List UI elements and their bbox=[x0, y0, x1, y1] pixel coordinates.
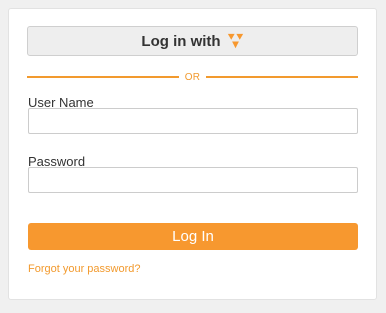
orange-triangle-logo-icon bbox=[227, 33, 243, 48]
divider-line-right bbox=[206, 76, 359, 78]
or-divider: OR bbox=[27, 71, 359, 83]
login-button[interactable]: Log In bbox=[28, 223, 358, 250]
divider-line-left bbox=[27, 76, 179, 78]
login-card: Log in with OR User Name Password Log In… bbox=[8, 8, 377, 300]
username-input[interactable] bbox=[28, 108, 358, 134]
forgot-password-link[interactable]: Forgot your password? bbox=[28, 263, 141, 275]
password-input[interactable] bbox=[28, 167, 358, 193]
divider-text: OR bbox=[184, 71, 201, 83]
sso-login-button[interactable]: Log in with bbox=[27, 26, 358, 56]
sso-login-label: Log in with bbox=[141, 32, 221, 50]
